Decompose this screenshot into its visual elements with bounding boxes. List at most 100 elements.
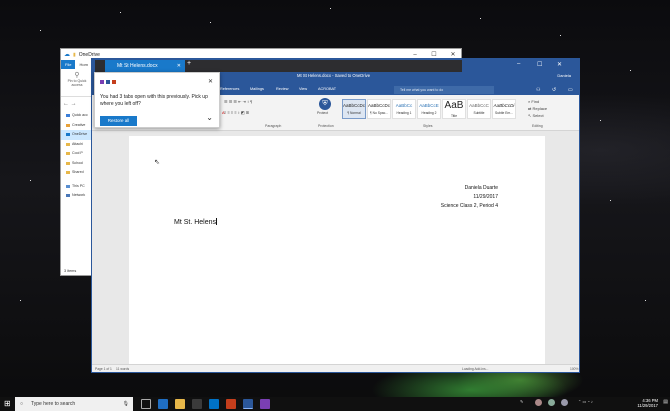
chevron-down-icon[interactable]: ⌄ bbox=[206, 113, 213, 122]
tab-mt-st-helens[interactable]: Mt St Helens.docx ✕ bbox=[105, 60, 185, 72]
bullets-icon[interactable]: ☰ ☰ ☰ ⇤ ⇥ ↕ ¶ bbox=[224, 99, 252, 104]
word-status-bar: Page 1 of 1 11 words Loading Add-ins... … bbox=[92, 364, 579, 372]
protect-icon[interactable]: ⛨ bbox=[319, 98, 331, 110]
word-close-button[interactable]: ✕ bbox=[557, 61, 562, 68]
text-cursor bbox=[216, 218, 217, 225]
star-icon bbox=[66, 114, 70, 118]
group-label-paragraph: Paragraph bbox=[265, 124, 282, 128]
people-avatar[interactable] bbox=[535, 399, 542, 406]
pin-label: Pin to Quick access bbox=[67, 79, 87, 87]
comment-icon[interactable]: ▭ bbox=[568, 87, 573, 93]
style-normal[interactable]: AaBbCcDc ¶ Normal bbox=[342, 99, 366, 119]
onedrive-cloud-icon: ☁ bbox=[64, 52, 70, 58]
class-info: Science Class 2, Period 4 bbox=[440, 203, 498, 209]
people-avatar[interactable] bbox=[561, 399, 568, 406]
minimize-button[interactable]: – bbox=[407, 52, 423, 58]
sidebar-item-network[interactable]: Network bbox=[61, 191, 92, 201]
group-label-styles: Styles bbox=[423, 124, 433, 128]
tab-view[interactable]: View bbox=[299, 87, 307, 91]
style-subtitle[interactable]: AaBbCcC Subtitle bbox=[467, 99, 491, 119]
app-icons bbox=[100, 80, 116, 84]
pin-icon[interactable]: ⚲ bbox=[63, 71, 91, 79]
replace-button[interactable]: ⇄ Replace bbox=[528, 106, 547, 111]
new-tab-button[interactable]: + bbox=[187, 60, 191, 67]
find-button[interactable]: ⌕ Find bbox=[528, 99, 539, 104]
file-tab[interactable]: File bbox=[61, 60, 76, 69]
document-canvas[interactable]: Daniela Duarte 11/29/2017 Science Class … bbox=[92, 131, 579, 366]
font-color-icon[interactable]: A bbox=[222, 110, 225, 115]
user-name[interactable]: Daniela bbox=[557, 73, 571, 78]
home-tab[interactable]: Hom bbox=[75, 62, 87, 67]
edge-icon[interactable] bbox=[158, 399, 168, 409]
people-avatar[interactable] bbox=[548, 399, 555, 406]
sidebar-item-attachments[interactable]: Attachi bbox=[61, 140, 92, 150]
person-icon[interactable]: ⚇ bbox=[536, 87, 540, 93]
sidebar-item-quick-access[interactable]: Quick acc bbox=[61, 111, 92, 121]
author-name: Daniela Duarte bbox=[464, 185, 498, 191]
document-date: 11/29/2017 bbox=[473, 194, 498, 200]
folder-icon bbox=[66, 142, 70, 146]
onenote-taskbar-icon[interactable] bbox=[260, 399, 270, 409]
powerpoint-taskbar-icon[interactable] bbox=[226, 399, 236, 409]
cloud-icon bbox=[66, 123, 70, 127]
tab-mailings[interactable]: Mailings bbox=[250, 87, 264, 91]
sidebar-item-this-pc[interactable]: This PC bbox=[61, 182, 92, 192]
word-maximize-button[interactable]: ☐ bbox=[537, 61, 542, 68]
outlook-icon[interactable] bbox=[209, 399, 219, 409]
taskbar-clock[interactable]: 4:36 PM 11/29/2017 bbox=[637, 398, 658, 408]
system-tray-icons[interactable]: ⌃ ▭ ◔ ♪ bbox=[578, 399, 593, 404]
document-title: Mt St Helens.docx - Saved to OneDrive bbox=[297, 73, 371, 78]
popup-close-button[interactable]: ✕ bbox=[208, 78, 213, 85]
document-page[interactable]: Daniela Duarte 11/29/2017 Science Class … bbox=[129, 136, 545, 366]
group-label-editing: Editing bbox=[532, 124, 543, 128]
tab-review[interactable]: Review bbox=[276, 87, 288, 91]
explorer-nav-arrows[interactable]: ← → bbox=[63, 101, 77, 107]
pen-icon[interactable]: ✎ bbox=[520, 399, 523, 404]
task-view-icon[interactable] bbox=[141, 399, 151, 409]
word-count[interactable]: 11 words bbox=[116, 367, 129, 371]
sidebar-item-creative[interactable]: Creative bbox=[61, 121, 92, 131]
tell-me-search[interactable]: Tell me what you want to do bbox=[394, 86, 494, 94]
tab-acrobat[interactable]: ACROBAT bbox=[318, 87, 336, 91]
onenote-icon bbox=[100, 80, 104, 84]
style-no-spacing[interactable]: AaBbCcDc ¶ No Spac... bbox=[367, 99, 391, 119]
document-heading[interactable]: Mt St. Helens bbox=[174, 218, 217, 226]
page-count[interactable]: Page 1 of 1 bbox=[95, 367, 112, 371]
restore-message: You had 3 tabs open with this previously… bbox=[100, 94, 208, 107]
computer-icon bbox=[66, 184, 70, 188]
notification-icon[interactable]: ▤ bbox=[663, 399, 668, 405]
word-taskbar-icon[interactable] bbox=[243, 399, 253, 409]
align-icons[interactable]: ≡ ≡ ≡ ≡ ↕ ◩ ⊞ bbox=[224, 110, 249, 115]
restore-tabs-popup: ✕ You had 3 tabs open with this previous… bbox=[94, 72, 220, 128]
mouse-pointer-icon: ⇖ bbox=[154, 159, 160, 166]
folder-icon bbox=[66, 161, 70, 165]
restore-all-button[interactable]: Restore all bbox=[100, 116, 137, 126]
file-explorer-icon[interactable] bbox=[175, 399, 185, 409]
maximize-button[interactable]: ☐ bbox=[426, 51, 442, 58]
style-title[interactable]: AaB Title bbox=[442, 99, 466, 119]
protect-label[interactable]: Protect bbox=[317, 111, 328, 115]
store-icon[interactable] bbox=[192, 399, 202, 409]
style-heading-1[interactable]: AaBbCc Heading 1 bbox=[392, 99, 416, 119]
powerpoint-icon bbox=[112, 80, 116, 84]
select-button[interactable]: ↖ Select bbox=[528, 113, 544, 118]
sidebar-item-school[interactable]: School bbox=[61, 159, 92, 169]
tab-references[interactable]: References bbox=[220, 87, 239, 91]
browser-tab-bar: Mt St Helens.docx ✕ + bbox=[95, 60, 462, 72]
style-heading-2[interactable]: AaBbCcE Heading 2 bbox=[417, 99, 441, 119]
addins-status: Loading Add-ins... bbox=[462, 366, 489, 371]
sidebar-item-onedrive[interactable]: OneDrive bbox=[61, 130, 92, 140]
taskbar-search-input[interactable]: ○ Type here to search 🎙 bbox=[15, 397, 133, 411]
windows-start-icon[interactable]: ⊞ bbox=[4, 399, 11, 408]
search-icon: ○ bbox=[20, 401, 24, 407]
style-subtle-emphasis[interactable]: AaBbCcDi Subtle Em... bbox=[492, 99, 516, 119]
microphone-icon[interactable]: 🎙 bbox=[123, 397, 129, 411]
history-icon[interactable]: ↺ bbox=[552, 87, 556, 93]
zoom-level[interactable]: 100% bbox=[570, 367, 578, 371]
tab-close-icon[interactable]: ✕ bbox=[177, 60, 181, 72]
close-button[interactable]: ✕ bbox=[445, 51, 461, 58]
word-minimize-button[interactable]: – bbox=[517, 61, 520, 67]
sidebar-item-shared[interactable]: Shared bbox=[61, 168, 92, 178]
network-icon bbox=[66, 194, 70, 198]
sidebar-item-cool[interactable]: Cool P bbox=[61, 149, 92, 159]
